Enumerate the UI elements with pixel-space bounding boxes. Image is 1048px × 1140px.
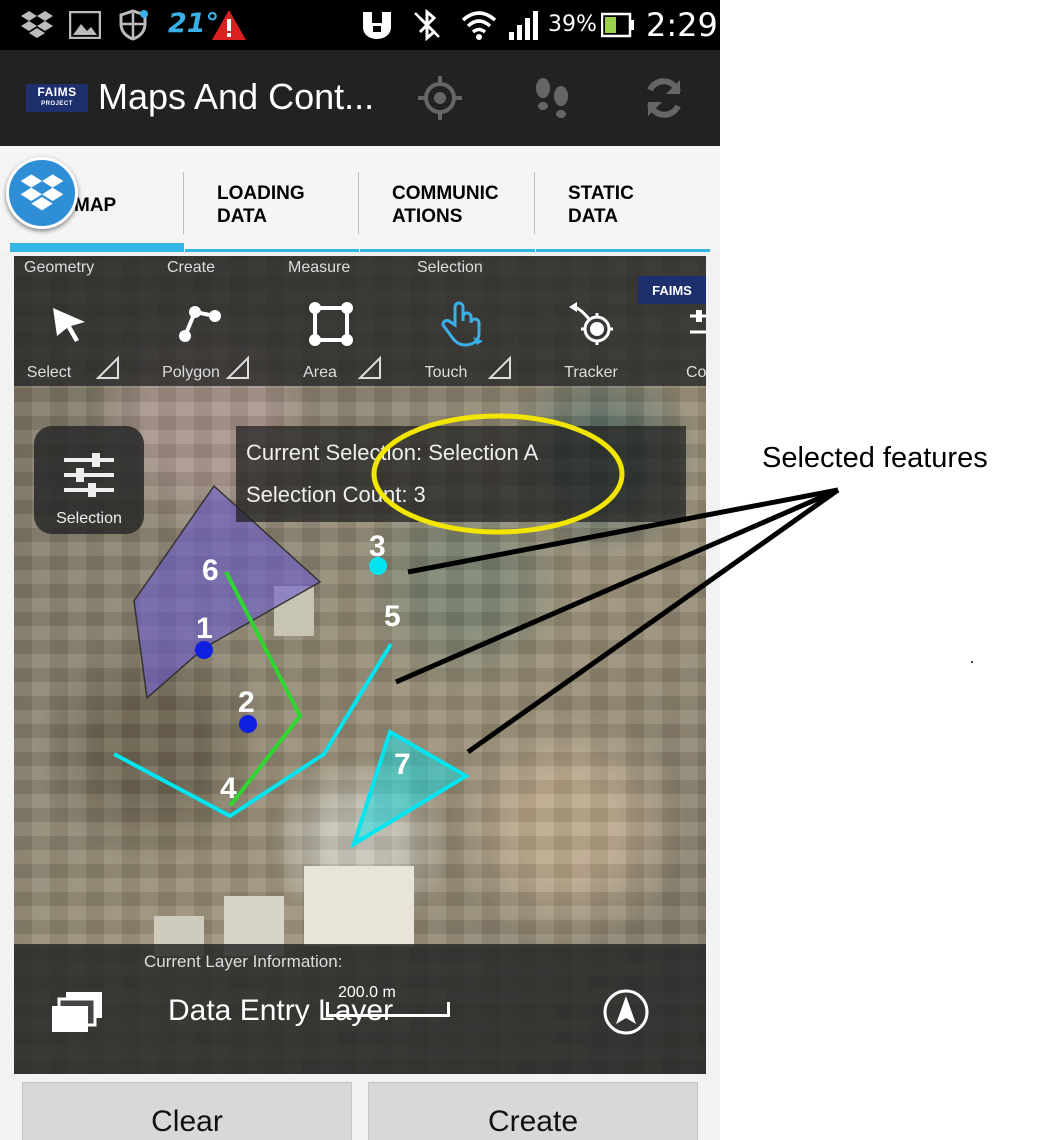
tab-static-data[interactable]: STATIC DATA xyxy=(536,146,710,252)
annotation-label: Selected features xyxy=(762,442,988,474)
battery-percent: 39% xyxy=(548,12,597,37)
touch-icon xyxy=(406,296,516,352)
tab-indicator xyxy=(536,249,710,252)
arrow-icon xyxy=(14,296,124,352)
tab-separator xyxy=(534,172,535,234)
dropbox-icon xyxy=(18,8,56,42)
tab-separator xyxy=(358,172,359,234)
tab-indicator xyxy=(185,249,359,252)
area-icon xyxy=(276,296,386,352)
wifi-icon xyxy=(460,8,498,42)
tab-loading-data[interactable]: LOADING DATA xyxy=(185,146,359,252)
layer-info-caption: Current Layer Information: xyxy=(144,952,343,971)
map-view[interactable]: 1 2 3 4 5 6 7 Geometry Create Measure Se… xyxy=(14,256,706,1074)
selection-button-label: Selection xyxy=(56,510,122,527)
layer-info-bar: Current Layer Information: Data Entry La… xyxy=(14,944,706,1074)
tab-label: COMMUNIC ATIONS xyxy=(392,183,499,227)
controls-tool[interactable]: Co xyxy=(664,292,706,382)
current-selection-text: Current Selection: Selection A xyxy=(246,440,539,465)
warning-icon xyxy=(210,8,248,42)
select-tool[interactable]: Select xyxy=(14,292,124,382)
feature-label: 4 xyxy=(220,772,237,805)
tool-label: Polygon xyxy=(162,364,220,381)
logo-subtext: PROJECT xyxy=(41,101,73,107)
feature-label: 3 xyxy=(369,530,386,563)
feature-label: 1 xyxy=(196,612,213,645)
footsteps-icon xyxy=(536,78,568,118)
touch-tool[interactable]: Touch xyxy=(406,292,516,382)
scale-label: 200.0 m xyxy=(338,984,396,1001)
bluetooth-icon xyxy=(410,8,444,42)
signal-icon xyxy=(506,8,540,42)
phone-screen: 21° 39% 2:29 FAIMS PROJECT Maps And Cont… xyxy=(0,0,720,1140)
scale-bar xyxy=(326,1002,450,1017)
compass-icon[interactable] xyxy=(602,988,650,1036)
action-bar: FAIMS PROJECT Maps And Cont... xyxy=(0,50,720,146)
tab-label: LOADING DATA xyxy=(217,183,305,227)
app-logo: FAIMS PROJECT xyxy=(26,84,88,112)
dropdown-triangle-icon xyxy=(96,356,119,379)
app-title: Maps And Cont... xyxy=(98,76,375,117)
clear-button[interactable]: Clear xyxy=(22,1082,352,1140)
nfc-icon xyxy=(360,8,394,42)
gps-icon xyxy=(418,76,462,120)
footsteps-button[interactable] xyxy=(524,70,580,126)
tab-label: MAP xyxy=(74,195,117,216)
tool-label: Area xyxy=(303,364,337,381)
clock: 2:29 xyxy=(646,6,718,44)
feature-label: 2 xyxy=(238,686,255,719)
image-icon xyxy=(68,8,102,42)
controls-icon xyxy=(664,296,706,352)
dropdown-triangle-icon xyxy=(358,356,381,379)
toolbar-group-measure: Measure xyxy=(288,259,351,276)
stray-dot xyxy=(971,661,973,663)
tab-communications[interactable]: COMMUNIC ATIONS xyxy=(360,146,535,252)
toolbar-group-selection: Selection xyxy=(417,259,483,276)
tab-bar: MAP LOADING DATA COMMUNIC ATIONS STATIC … xyxy=(0,146,720,252)
layers-icon[interactable] xyxy=(50,990,106,1034)
dropbox-floating-icon[interactable] xyxy=(6,157,78,229)
polygon-icon xyxy=(144,296,254,352)
sync-button[interactable] xyxy=(636,70,692,126)
tracker-icon xyxy=(536,296,646,352)
dropdown-triangle-icon xyxy=(488,356,511,379)
tab-separator xyxy=(183,172,184,234)
gps-button[interactable] xyxy=(412,70,468,126)
battery-icon xyxy=(600,8,636,42)
tracker-tool[interactable]: Tracker xyxy=(536,292,646,382)
selection-info-panel: Current Selection: Selection A Selection… xyxy=(236,426,686,522)
feature-label: 6 xyxy=(202,554,219,587)
logo-text: FAIMS xyxy=(37,85,77,99)
tab-label: STATIC DATA xyxy=(568,183,634,227)
tool-label: Tracker xyxy=(564,364,618,381)
selection-button[interactable]: Selection xyxy=(34,426,144,534)
map-toolbar: Geometry Create Measure Selection FAIMS … xyxy=(14,256,706,386)
feature-label: 7 xyxy=(394,748,411,781)
create-button[interactable]: Create xyxy=(368,1082,698,1140)
tab-indicator xyxy=(360,249,535,252)
sync-icon xyxy=(647,78,681,118)
status-bar: 21° 39% 2:29 xyxy=(0,0,720,50)
polygon-tool[interactable]: Polygon xyxy=(144,292,254,382)
tool-label: Touch xyxy=(424,364,468,381)
shield-icon xyxy=(116,8,150,42)
tool-label: Co xyxy=(686,364,706,381)
sliders-icon xyxy=(64,453,114,497)
tool-label: Select xyxy=(26,364,72,381)
toolbar-group-create: Create xyxy=(167,259,216,276)
feature-label: 5 xyxy=(384,600,401,633)
selection-count-text: Selection Count: 3 xyxy=(246,482,426,507)
tab-indicator xyxy=(10,243,184,252)
area-tool[interactable]: Area xyxy=(276,292,386,382)
toolbar-group-geometry: Geometry xyxy=(24,259,95,276)
dropdown-triangle-icon xyxy=(226,356,249,379)
